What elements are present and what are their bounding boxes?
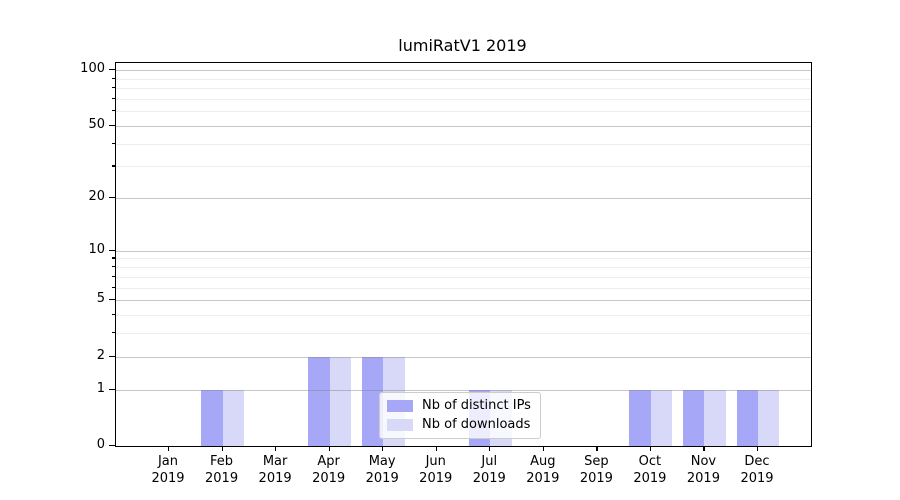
- x-tick: [596, 446, 597, 451]
- bar-nb-of-downloads-feb: [223, 390, 244, 446]
- y-tick-minor: [112, 98, 115, 99]
- gridline-major: [116, 300, 811, 301]
- y-tick-label: 5: [15, 291, 105, 307]
- y-tick-minor: [112, 257, 115, 258]
- y-tick-label: 2: [15, 348, 105, 364]
- y-tick-minor: [112, 87, 115, 88]
- y-tick: [109, 389, 115, 390]
- bar-nb-of-downloads-oct: [651, 390, 672, 446]
- gridline-major: [116, 198, 811, 199]
- plot-area: Nb of distinct IPs Nb of downloads: [115, 62, 812, 447]
- x-tick: [436, 446, 437, 451]
- x-tick-label: Dec 2019: [717, 453, 797, 487]
- bar-nb-of-distinct-ips-feb: [201, 390, 222, 446]
- gridline-minor: [116, 144, 811, 145]
- y-tick-minor: [112, 276, 115, 277]
- y-tick-label: 1: [15, 381, 105, 397]
- gridline-minor: [116, 277, 811, 278]
- y-tick-minor: [112, 266, 115, 267]
- bar-nb-of-distinct-ips-apr: [308, 357, 329, 446]
- gridline-minor: [116, 315, 811, 316]
- y-tick-minor: [112, 143, 115, 144]
- gridline-major: [116, 251, 811, 252]
- legend-item-distinct-ips: Nb of distinct IPs: [387, 398, 531, 413]
- chart-figure: lumiRatV1 2019 Nb of distinct IPs Nb of …: [0, 0, 900, 500]
- bar-nb-of-distinct-ips-dec: [737, 390, 758, 446]
- y-tick: [109, 250, 115, 251]
- y-tick-label: 0: [15, 437, 105, 453]
- x-tick: [489, 446, 490, 451]
- x-tick: [329, 446, 330, 451]
- y-tick-label: 50: [15, 117, 105, 133]
- gridline-major: [116, 126, 811, 127]
- legend-label-downloads: Nb of downloads: [422, 417, 530, 432]
- y-tick: [109, 299, 115, 300]
- gridline-minor: [116, 166, 811, 167]
- gridline-minor: [116, 88, 811, 89]
- legend-swatch-downloads: [387, 419, 413, 431]
- y-tick-label: 10: [15, 242, 105, 258]
- bar-nb-of-downloads-dec: [758, 390, 779, 446]
- y-tick: [109, 356, 115, 357]
- y-tick: [109, 69, 115, 70]
- gridline-minor: [116, 333, 811, 334]
- x-tick: [168, 446, 169, 451]
- x-tick: [703, 446, 704, 451]
- legend-label-distinct-ips: Nb of distinct IPs: [422, 398, 531, 413]
- legend: Nb of distinct IPs Nb of downloads: [379, 392, 541, 439]
- y-tick-minor: [112, 332, 115, 333]
- gridline-minor: [116, 99, 811, 100]
- x-tick: [543, 446, 544, 451]
- gridline-minor: [116, 258, 811, 259]
- y-tick-minor: [112, 165, 115, 166]
- bar-nb-of-downloads-nov: [704, 390, 725, 446]
- y-tick-minor: [112, 110, 115, 111]
- x-tick: [222, 446, 223, 451]
- gridline-major: [116, 357, 811, 358]
- bar-nb-of-downloads-apr: [330, 357, 351, 446]
- x-tick: [275, 446, 276, 451]
- legend-swatch-distinct-ips: [387, 400, 413, 412]
- y-tick-minor: [112, 78, 115, 79]
- y-tick-minor: [112, 287, 115, 288]
- bar-nb-of-distinct-ips-oct: [629, 390, 650, 446]
- x-tick: [382, 446, 383, 451]
- x-tick: [650, 446, 651, 451]
- legend-item-downloads: Nb of downloads: [387, 417, 531, 432]
- x-tick: [757, 446, 758, 451]
- gridline-minor: [116, 267, 811, 268]
- chart-title: lumiRatV1 2019: [115, 36, 810, 55]
- gridline-major: [116, 390, 811, 391]
- bar-nb-of-distinct-ips-nov: [683, 390, 704, 446]
- y-tick-label: 100: [15, 61, 105, 77]
- gridline-minor: [116, 111, 811, 112]
- gridline-major: [116, 70, 811, 71]
- y-tick-minor: [112, 314, 115, 315]
- gridline-minor: [116, 288, 811, 289]
- y-tick: [109, 197, 115, 198]
- gridline-minor: [116, 79, 811, 80]
- y-tick: [109, 445, 115, 446]
- y-tick-label: 20: [15, 189, 105, 205]
- y-tick: [109, 125, 115, 126]
